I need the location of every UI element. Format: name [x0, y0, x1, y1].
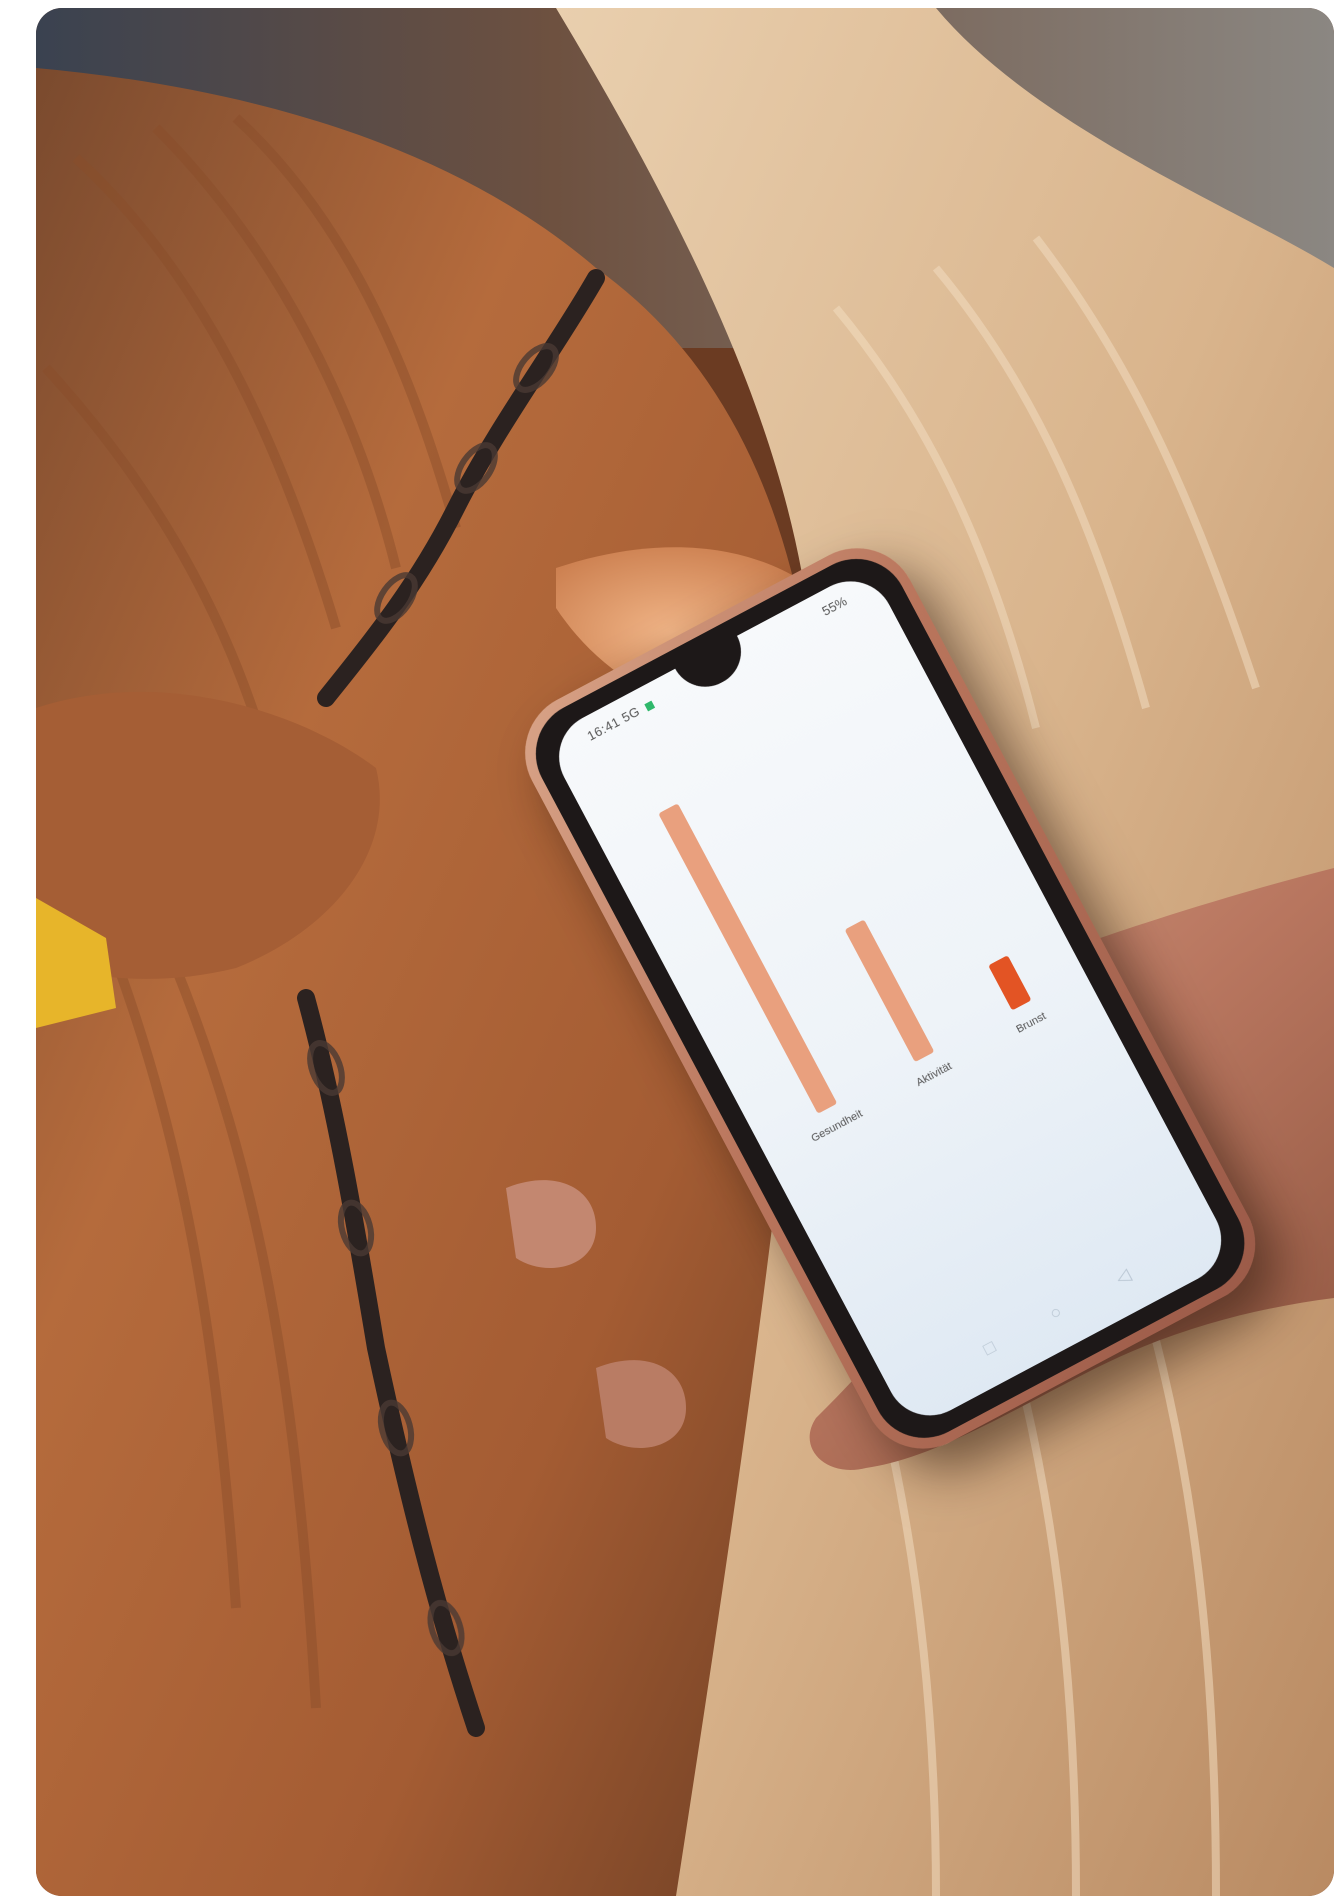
status-signal: 5G: [619, 703, 643, 726]
status-bar-right: 55%: [819, 593, 850, 619]
chart-category-label: Gesundheit: [809, 1107, 865, 1145]
chart-category-label: Brunst: [1014, 1010, 1049, 1036]
chart-bar: [844, 919, 935, 1063]
notification-dot-icon: [643, 700, 655, 712]
chart-bar: [658, 803, 838, 1114]
status-time: 16:41: [584, 714, 623, 744]
recents-icon[interactable]: □: [980, 1336, 999, 1360]
back-icon[interactable]: ◁: [1112, 1265, 1134, 1290]
photo-frame: 16:41 5G 55% Gesundheit Aktivität Brunst □…: [36, 8, 1334, 1896]
chart-bar: [988, 955, 1032, 1011]
status-bar-left: 16:41 5G: [584, 696, 656, 744]
camera-notch: [675, 635, 753, 699]
home-icon[interactable]: ○: [1046, 1301, 1065, 1325]
chart-category-label: Aktivität: [914, 1060, 954, 1090]
